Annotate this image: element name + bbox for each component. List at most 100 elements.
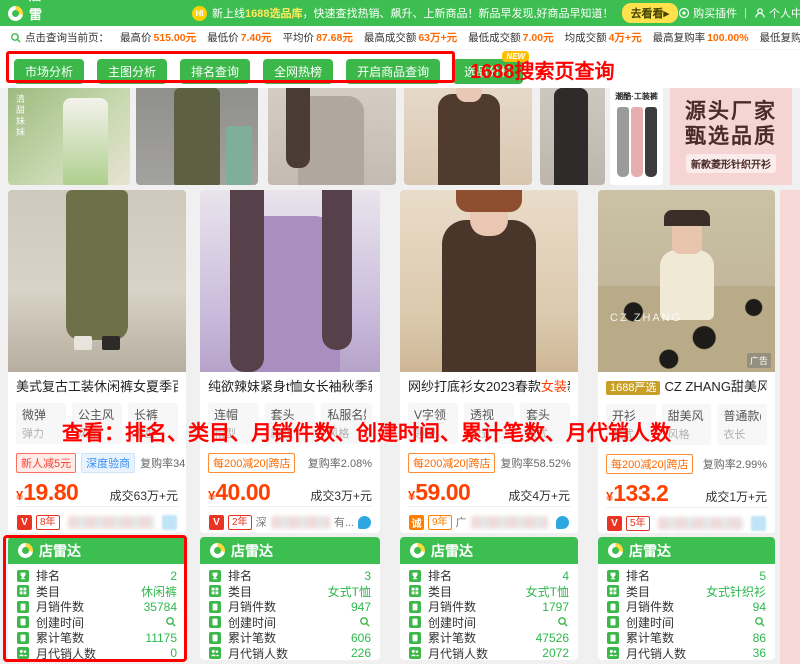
product-card: 美式复古工装休闲裤女夏季百搭直筒 微弹弹力 公主风风格 长裤裤型 新人减5元 深… xyxy=(8,190,186,533)
seller-years-badge: 9年 xyxy=(428,515,452,530)
seller-cheng-icon: 诚 xyxy=(409,515,424,530)
panel-row-resellers: 月代销人数36 xyxy=(607,646,766,661)
seller-row[interactable]: V 5年 xyxy=(606,507,767,533)
ad-tag: 广告 xyxy=(747,353,771,368)
search-icon xyxy=(10,32,22,44)
product-info: 美式复古工装休闲裤女夏季百搭直筒 微弹弹力 公主风风格 长裤裤型 新人减5元 深… xyxy=(8,372,186,533)
product-thumbnail[interactable]: 清甜妹妹 xyxy=(8,88,130,185)
panel-row-total-orders: 累计笔数47526 xyxy=(409,630,569,646)
product-thumbnail[interactable] xyxy=(136,88,258,185)
rank-query-button[interactable]: 排名查询 xyxy=(180,59,250,84)
panel-row-total-orders: 累计笔数86 xyxy=(607,630,766,646)
product-title[interactable]: 纯欲辣妹紧身t恤女长袖秋季新款连帽 xyxy=(208,378,372,396)
page-stats-bar: 点击查询当前页： 最高价515.00元 最低价7.40元 平均价87.68元 最… xyxy=(0,26,800,50)
panel-row-total-orders: 累计笔数11175 xyxy=(17,630,177,646)
seller-row[interactable]: V 2年 深 有... xyxy=(208,506,372,533)
product-title[interactable]: 美式复古工装休闲裤女夏季百搭直筒 xyxy=(16,378,178,396)
panel-row-category: 类目女式针织衫 xyxy=(607,584,766,600)
dianleida-logo-icon xyxy=(410,543,425,558)
trophy-icon xyxy=(607,570,619,582)
dianleida-logo-icon xyxy=(608,543,623,558)
notice-text-pre: 新上线 xyxy=(212,5,245,21)
product-price: 133.2 xyxy=(613,480,668,507)
product-card: 纯欲辣妹紧身t恤女长袖秋季新款连帽 连帽帽型 套头款式 私服名媛风格 每200减… xyxy=(200,190,380,533)
seller-row[interactable]: 诚 9年 广 xyxy=(408,506,570,533)
grid-icon xyxy=(409,585,421,597)
seller-years-badge: 2年 xyxy=(228,515,252,530)
product-photo[interactable]: CZ ZHANG 广告 xyxy=(598,190,775,372)
notice-text-post: ，快速查找热销、飙升、上新商品！新品早发现,好商品早知道！ xyxy=(303,5,614,21)
seller-name-suffix: 有... xyxy=(334,514,354,530)
seller-v-icon: V xyxy=(209,515,224,530)
open-product-query-button[interactable]: 开启商品查询 xyxy=(346,59,440,84)
main-image-analysis-button[interactable]: 主图分析 xyxy=(97,59,167,84)
panel-row-rank: 排名3 xyxy=(209,568,371,584)
repurchase-rate: 复购率34.89% xyxy=(140,455,186,471)
people-icon xyxy=(409,647,421,659)
go-see-button[interactable]: 去看看▸ xyxy=(622,3,679,23)
search-icon[interactable] xyxy=(557,616,569,628)
panel-header: 店雷达 xyxy=(598,537,775,564)
hot-list-button[interactable]: 全网热榜 xyxy=(263,59,333,84)
grid-icon xyxy=(17,585,29,597)
dianleida-logo-icon xyxy=(18,543,33,558)
product-photo[interactable] xyxy=(400,190,578,372)
people-icon xyxy=(607,647,619,659)
product-selection-analysis-button[interactable]: 选品分析 NEW xyxy=(453,59,523,84)
attribute-tag: 微弹弹力 xyxy=(16,403,66,444)
attribute-tag: 开衫款式 xyxy=(606,404,656,445)
pants-graphic xyxy=(617,107,657,177)
panel-row-category: 类目休闲裤 xyxy=(17,584,177,600)
panel-row-create-time: 创建时间 xyxy=(607,615,766,631)
product-info: 网纱打底衫女2023春款女装新款交叉 V字领领型 透视款式 套头款式 每200减… xyxy=(400,372,578,533)
search-icon[interactable] xyxy=(359,616,371,628)
notice-bar: HI 新上线 1688选品库 ，快速查找热销、飙升、上新商品！新品早发现,好商品… xyxy=(192,3,678,23)
trophy-icon xyxy=(209,570,221,582)
panel-row-rank: 排名5 xyxy=(607,568,766,584)
stats-prefix: 点击查询当前页： xyxy=(10,30,109,45)
attribute-tag: 甜美风风格 xyxy=(662,404,712,445)
stat-avg-turnover: 均成交额4万+元 xyxy=(565,30,642,45)
product-title[interactable]: 网纱打底衫女2023春款女装新款交叉 xyxy=(408,378,570,396)
buy-plugin-link[interactable]: 购买插件 xyxy=(678,5,737,21)
product-info: 1688严选CZ ZHANG甜美风针织衫 开衫款式 甜美风风格 普通款(...衣… xyxy=(598,372,775,533)
market-analysis-button[interactable]: 市场分析 xyxy=(14,59,84,84)
document-icon xyxy=(17,601,29,613)
product-thumbnail[interactable] xyxy=(404,88,532,185)
seller-row[interactable]: V 8年 xyxy=(16,506,178,533)
product-thumbnail[interactable] xyxy=(540,88,605,185)
turnover-amount: 成交3万+元 xyxy=(310,487,372,504)
search-icon[interactable] xyxy=(165,616,177,628)
attribute-tags: V字领领型 透视款式 套头款式 xyxy=(408,403,570,444)
seller-years-badge: 5年 xyxy=(626,516,650,531)
stat-min-price: 最低价7.40元 xyxy=(207,30,271,45)
product-price: 40.00 xyxy=(215,479,270,506)
product-thumbnail[interactable]: 潮酷·工装裤 xyxy=(610,88,663,185)
coupon-row: 每200减20|跨店 复购率2.08% xyxy=(208,453,372,473)
trophy-icon xyxy=(409,570,421,582)
attribute-tag: 透视款式 xyxy=(464,403,514,444)
attribute-tag: 套头款式 xyxy=(265,403,316,444)
product-photo[interactable] xyxy=(200,190,380,372)
profile-link[interactable]: 个人中心 xyxy=(754,5,800,21)
attribute-tag: 公主风风格 xyxy=(72,403,122,444)
results-area: 清甜妹妹 潮酷·工装裤 源头厂家 甄选品质 xyxy=(0,88,800,664)
panel-title: 店雷达 xyxy=(39,541,81,561)
product-title[interactable]: 1688严选CZ ZHANG甜美风针织衫 xyxy=(606,378,767,397)
price-row: ¥ 59.00 成交4万+元 xyxy=(408,479,570,506)
product-thumbnail[interactable] xyxy=(268,88,396,185)
repurchase-rate: 复购率58.52% xyxy=(500,455,570,471)
dianleida-data-panel: 店雷达 排名3 类目女式T恤 月销件数947 创建时间 累计笔数606 月代销人… xyxy=(200,537,380,660)
stat-min-turnover: 最低成交额7.00元 xyxy=(468,30,553,45)
search-icon[interactable] xyxy=(754,616,766,628)
coupon-badge: 每200减20|跨店 xyxy=(606,454,693,474)
yanxuan-badge: 1688严选 xyxy=(606,381,660,395)
currency-symbol: ¥ xyxy=(16,488,23,503)
seller-name-blurred xyxy=(271,516,330,529)
grid-icon xyxy=(209,585,221,597)
coupon-badge: 每200减20|跨店 xyxy=(208,453,295,473)
supplier-ad-banner[interactable]: 源头厂家 甄选品质 新款菱形针织开衫 xyxy=(670,88,792,185)
top-header: 店雷达 HI 新上线 1688选品库 ，快速查找热销、飙升、上新商品！新品早发现… xyxy=(0,0,800,26)
product-photo[interactable] xyxy=(8,190,186,372)
turnover-amount: 成交4万+元 xyxy=(508,487,570,504)
